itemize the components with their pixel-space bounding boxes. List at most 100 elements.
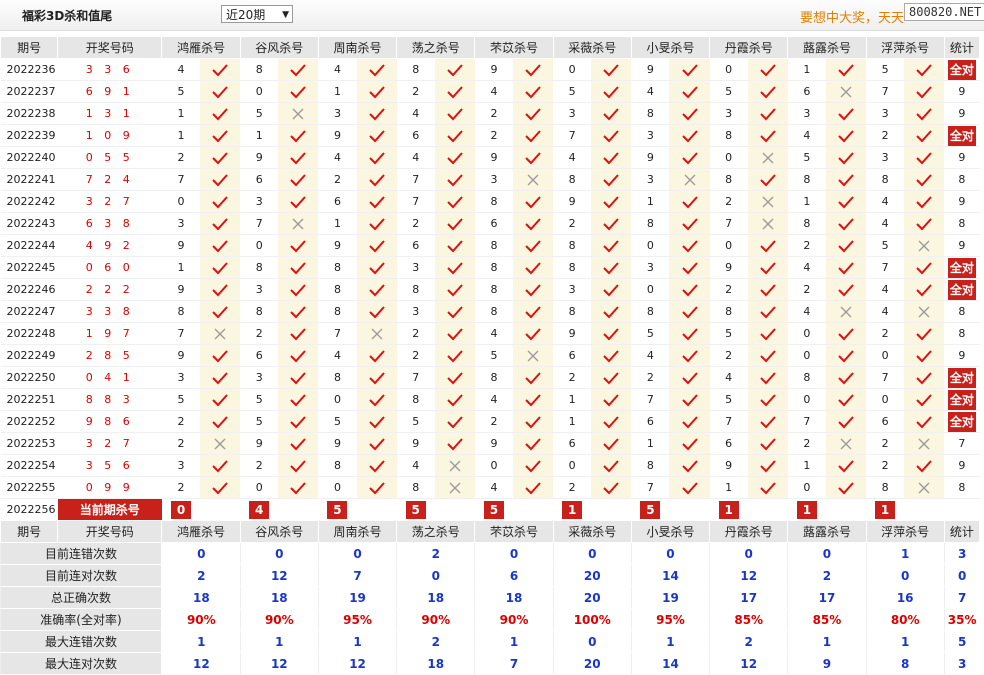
kill-number-cell: 7 (396, 190, 435, 213)
kill-number-cell: 3 (240, 190, 279, 213)
check-icon (513, 300, 554, 323)
check-icon (513, 476, 554, 499)
kill-number-cell: 9 (474, 432, 513, 455)
stats-label: 准确率(全对率) (0, 608, 163, 631)
kill-number-cell: 5 (396, 410, 435, 433)
check-icon (591, 476, 632, 499)
column-header: 谷风杀号 (239, 520, 319, 543)
kill-number-cell: 0 (631, 234, 670, 257)
check-icon (591, 234, 632, 257)
column-header: 蕗露杀号 (787, 36, 867, 59)
check-icon (278, 322, 319, 345)
kill-number-cell: 8 (318, 256, 357, 279)
empty-cell (513, 498, 554, 521)
stat-cell: 全对 (944, 256, 980, 279)
check-icon (356, 454, 397, 477)
check-icon (747, 256, 788, 279)
kill-number-cell: 4 (787, 124, 826, 147)
stat-value: 8 (958, 305, 966, 318)
check-icon (904, 410, 945, 433)
stats-value: 17 (709, 586, 788, 609)
kill-number-cell: 5 (240, 388, 279, 411)
current-kill-value: 1 (796, 500, 817, 519)
kill-number-cell: 1 (631, 432, 670, 455)
column-header: 鸿雁杀号 (161, 520, 241, 543)
table-row: 2022236 3 3 6 4 8 4 8 9 0 9 0 1 5 全对 (0, 58, 980, 81)
cross-icon (200, 322, 241, 345)
page-title: 福彩3D杀和值尾 (22, 9, 113, 23)
cross-icon (747, 212, 788, 235)
check-icon (200, 168, 241, 191)
kill-number-cell: 8 (553, 168, 592, 191)
check-icon (278, 124, 319, 147)
issue-cell: 2022238 (0, 102, 58, 125)
kill-number-cell: 2 (396, 344, 435, 367)
check-icon (591, 80, 632, 103)
check-icon (591, 102, 632, 125)
column-header: 芣苡杀号 (474, 36, 554, 59)
column-header: 浮萍杀号 (865, 520, 945, 543)
check-icon (356, 168, 397, 191)
check-icon (825, 190, 867, 213)
kill-number-cell: 8 (866, 168, 905, 191)
check-icon (904, 190, 945, 213)
current-period-label: 当前期杀号 (57, 498, 162, 521)
check-icon (434, 102, 475, 125)
check-icon (513, 278, 554, 301)
stats-row: 总正确次数 18 18 19 18 18 20 19 17 17 16 7 (0, 586, 980, 609)
check-icon (825, 278, 867, 301)
check-icon (669, 410, 710, 433)
check-icon (669, 432, 710, 455)
kill-number-cell: 8 (553, 256, 592, 279)
current-issue-cell: 2022256 (0, 498, 58, 521)
kill-number-cell: 4 (318, 146, 357, 169)
check-icon (825, 102, 867, 125)
kill-number-cell: 7 (787, 410, 826, 433)
kill-number-cell: 5 (240, 410, 279, 433)
check-icon (356, 476, 397, 499)
check-icon (904, 124, 945, 147)
stat-cell: 9 (944, 102, 980, 125)
check-icon (825, 212, 867, 235)
kill-number-cell: 1 (787, 454, 826, 477)
kill-number-cell: 8 (474, 278, 513, 301)
kill-number-cell: 9 (709, 454, 748, 477)
kill-number-cell: 9 (553, 190, 592, 213)
stat-cell: 7 (944, 432, 980, 455)
kill-number-cell: 6 (396, 234, 435, 257)
kill-number-cell: 8 (474, 256, 513, 279)
stats-value: 90% (396, 608, 475, 631)
check-icon (747, 102, 788, 125)
slogan-text: 要想中大奖，天天 (800, 11, 905, 26)
check-icon (356, 190, 397, 213)
column-header: 统计 (943, 36, 981, 59)
kill-table-container: 期号 开奖号码 鸿雁杀号 谷风杀号 周南杀号 荡之杀号 芣苡杀号 采薇杀号 小旻杀号 丹霞杀号 蕗露… (0, 36, 981, 675)
kill-number-cell: 2 (866, 124, 905, 147)
stat-cell: 8 (944, 322, 980, 345)
top-bar: 福彩3D杀和值尾 近20期 ▼ 要想中大奖，天天 800820.NET (0, 0, 984, 31)
stats-label: 最大连对次数 (0, 652, 163, 675)
kill-number-cell: 3 (631, 256, 670, 279)
empty-cell (278, 498, 319, 521)
check-icon (904, 146, 945, 169)
check-icon (434, 168, 475, 191)
check-icon (669, 234, 710, 257)
column-header: 统计 (943, 520, 981, 543)
stats-value: 1 (317, 630, 397, 653)
kill-number-cell: 0 (709, 234, 748, 257)
kill-number-cell: 8 (787, 168, 826, 191)
check-icon (669, 322, 710, 345)
table-row: 2022242 3 2 70 3 6 7 8 9 1 2 1 4 9 (0, 190, 980, 213)
check-icon (200, 366, 241, 389)
kill-number-cell: 1 (553, 410, 592, 433)
period-select[interactable]: 近20期 ▼ (221, 5, 293, 23)
stats-value: 0 (630, 542, 710, 565)
kill-number-cell: 3 (553, 278, 592, 301)
stats-value: 100% (552, 608, 632, 631)
check-icon (434, 278, 475, 301)
stats-value: 85% (709, 608, 788, 631)
kill-number-cell: 7 (709, 212, 748, 235)
stat-cell: 全对 (944, 388, 980, 411)
stat-cell: 全对 (944, 58, 980, 81)
current-kill-cell: 5 (318, 498, 357, 521)
